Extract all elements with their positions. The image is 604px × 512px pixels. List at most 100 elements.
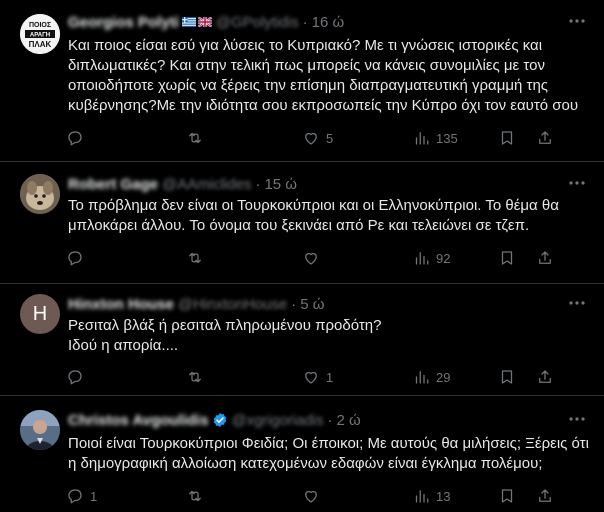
views-icon xyxy=(415,371,429,384)
svg-text:ΠΟΙΟΣ: ΠΟΙΟΣ xyxy=(29,22,51,29)
timeline-feed: ΠΟΙΟΣ ΑΡΑΓΗ ΠΛΑΚ Georgios Polyti @GPolyt… xyxy=(0,0,604,512)
reply-count: 1 xyxy=(90,488,98,504)
dog-photo-avatar-icon xyxy=(20,174,60,214)
views-button[interactable]: 29 xyxy=(412,367,450,387)
share-button[interactable] xyxy=(536,486,554,506)
reply-icon xyxy=(68,251,82,266)
share-button[interactable] xyxy=(536,248,554,268)
more-icon[interactable] xyxy=(568,176,586,190)
repost-button[interactable] xyxy=(186,367,210,387)
tweet[interactable]: ΠΟΙΟΣ ΑΡΑΓΗ ΠΛΑΚ Georgios Polyti @GPolyt… xyxy=(0,0,604,162)
avatar[interactable]: ΠΟΙΟΣ ΑΡΑΓΗ ΠΛΑΚ xyxy=(20,14,60,54)
share-icon xyxy=(539,131,551,144)
tweet-header: Robert Gage @AAmiclides · 15 ώ xyxy=(68,174,564,194)
svg-text:ΑΡΑΓΗ: ΑΡΑΓΗ xyxy=(30,33,50,39)
tweet-actions: 1 13 xyxy=(62,486,584,506)
views-icon xyxy=(415,252,429,265)
repost-button[interactable] xyxy=(186,486,210,506)
bookmark-icon xyxy=(501,251,513,265)
tweet[interactable]: H Hinxton House @HinxtonHouse · 5 ώ Ρεσι… xyxy=(0,284,604,396)
separator-dot: · xyxy=(327,411,333,429)
bookmark-button[interactable] xyxy=(498,486,516,506)
avatar[interactable] xyxy=(20,174,60,214)
user-handle[interactable]: @HinxtonHouse xyxy=(178,296,287,313)
view-count: 135 xyxy=(436,130,458,146)
like-button[interactable] xyxy=(302,248,326,268)
like-icon xyxy=(305,252,317,265)
separator-dot: · xyxy=(291,295,297,313)
share-button[interactable] xyxy=(536,128,554,148)
like-icon xyxy=(305,490,317,503)
bookmark-icon xyxy=(501,489,513,503)
avatar[interactable]: H xyxy=(20,294,60,334)
view-count: 13 xyxy=(436,488,451,504)
repost-icon xyxy=(189,490,201,502)
views-button[interactable]: 135 xyxy=(412,128,458,148)
like-button[interactable] xyxy=(302,486,326,506)
reply-button[interactable]: 1 xyxy=(66,486,97,506)
views-icon xyxy=(415,490,429,503)
repost-icon xyxy=(189,252,201,264)
person-photo-avatar-icon xyxy=(20,410,60,450)
verified-badge-icon xyxy=(213,413,226,427)
repost-button[interactable] xyxy=(186,248,210,268)
tweet-text: Και ποιος είσαι εσύ για λύσεις το Κυπρια… xyxy=(68,37,579,114)
bookmark-button[interactable] xyxy=(498,128,516,148)
views-button[interactable]: 13 xyxy=(412,486,450,506)
share-icon xyxy=(539,251,551,264)
avatar[interactable] xyxy=(20,410,60,450)
svg-text:ΠΛΑΚ: ΠΛΑΚ xyxy=(29,40,52,49)
reply-icon xyxy=(68,370,82,385)
timestamp[interactable]: 16 ώ xyxy=(312,14,345,31)
share-button[interactable] xyxy=(536,367,554,387)
tweet-text: Το πρόβλημα δεν είναι οι Τουρκοκύπριοι κ… xyxy=(68,197,559,234)
like-count: 1 xyxy=(326,369,334,385)
reply-button[interactable] xyxy=(66,367,90,387)
tweet-text: Ποιοί είναι Τουρκοκύπριοι Φειδία; Οι έπο… xyxy=(68,435,589,472)
greece-flag-icon xyxy=(181,17,196,27)
view-count: 92 xyxy=(436,250,451,266)
display-name[interactable]: Georgios Polyti xyxy=(68,14,179,31)
reply-button[interactable] xyxy=(66,248,90,268)
share-icon xyxy=(539,370,551,383)
avatar-letter: H xyxy=(32,302,48,325)
tweet-text: Ρεσιταλ βλάξ ή ρεσιταλ πληρωμένου προδότ… xyxy=(68,317,382,354)
share-icon xyxy=(539,489,551,502)
views-button[interactable]: 92 xyxy=(412,248,450,268)
like-button[interactable]: 1 xyxy=(302,367,333,387)
reply-button[interactable] xyxy=(66,128,90,148)
bookmark-button[interactable] xyxy=(498,367,516,387)
tweet-header: Georgios Polyti @GPolytidis · 16 ώ xyxy=(68,12,564,32)
tweet-header: Hinxton House @HinxtonHouse · 5 ώ xyxy=(68,294,564,314)
timestamp[interactable]: 15 ώ xyxy=(264,176,297,193)
more-icon[interactable] xyxy=(568,296,586,310)
more-icon[interactable] xyxy=(568,14,586,28)
repost-icon xyxy=(189,371,201,383)
views-icon xyxy=(415,132,429,145)
user-handle[interactable]: @xgrigoriadis xyxy=(232,412,324,429)
tweet[interactable]: Robert Gage @AAmiclides · 15 ώ Το πρόβλη… xyxy=(0,162,604,284)
bookmark-icon xyxy=(501,131,513,145)
user-handle[interactable]: @GPolytidis xyxy=(216,14,299,31)
separator-dot: · xyxy=(255,175,261,193)
display-name[interactable]: Christos Avgoulidis xyxy=(68,412,209,429)
tweet-actions: 5 135 xyxy=(62,128,584,148)
uk-flag-icon xyxy=(197,17,212,27)
ποιος-logo-avatar-icon: ΠΟΙΟΣ ΑΡΑΓΗ ΠΛΑΚ xyxy=(20,14,60,54)
user-handle[interactable]: @AAmiclides xyxy=(162,176,251,193)
tweet[interactable]: Christos Avgoulidis @xgrigoriadis · 2 ώ … xyxy=(0,396,604,512)
display-name[interactable]: Hinxton House xyxy=(68,296,174,313)
more-icon[interactable] xyxy=(568,412,586,426)
reply-icon xyxy=(68,131,82,146)
tweet-header: Christos Avgoulidis @xgrigoriadis · 2 ώ xyxy=(68,410,564,430)
timestamp[interactable]: 5 ώ xyxy=(300,296,324,313)
repost-button[interactable] xyxy=(186,128,210,148)
timestamp[interactable]: 2 ώ xyxy=(337,412,361,429)
flags xyxy=(181,17,212,27)
separator-dot: · xyxy=(302,13,308,31)
repost-icon xyxy=(189,132,201,144)
like-button[interactable]: 5 xyxy=(302,128,333,148)
like-icon xyxy=(305,371,317,384)
bookmark-button[interactable] xyxy=(498,248,516,268)
display-name[interactable]: Robert Gage xyxy=(68,176,158,193)
